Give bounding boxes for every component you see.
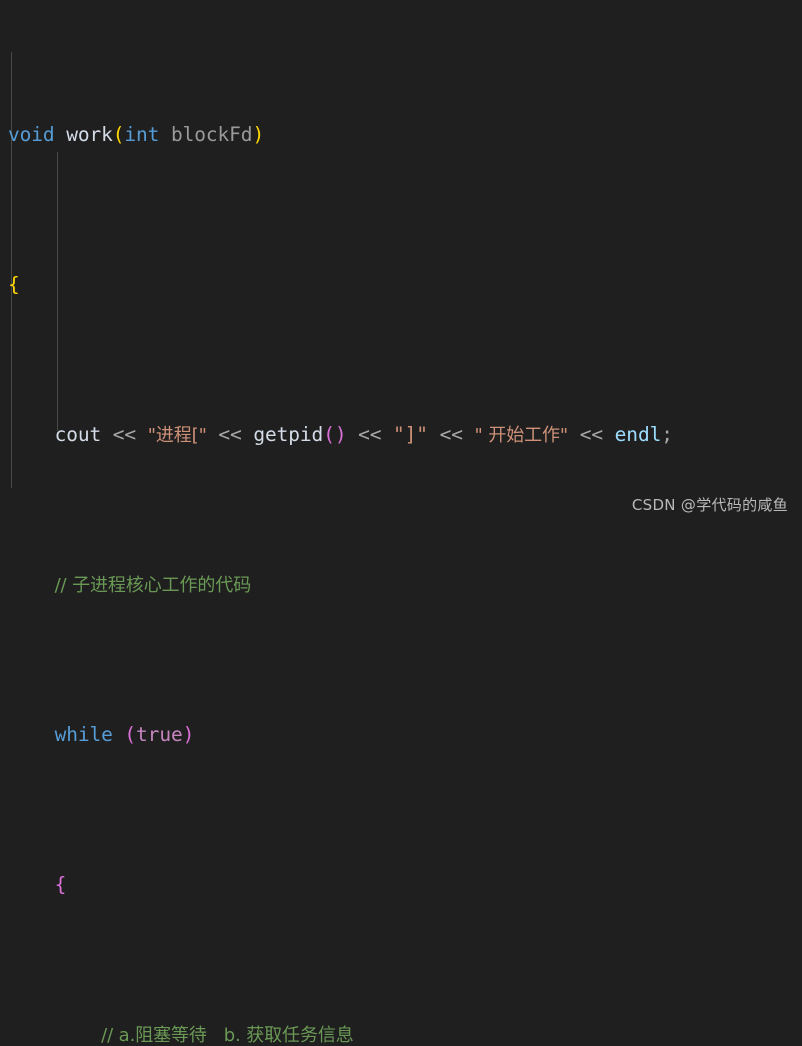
- token-semicolon: ;: [661, 423, 673, 446]
- token-brace-open-inner: {: [54, 873, 67, 896]
- code-line[interactable]: void work(int blockFd): [0, 120, 800, 150]
- code-editor-pane[interactable]: void work(int blockFd) { cout << "进程[" <…: [0, 0, 802, 1046]
- code-line[interactable]: {: [0, 870, 800, 900]
- token-comment-child-process: // 子进程核心工作的代码: [54, 575, 252, 596]
- token-keyword-int: int: [124, 123, 160, 146]
- code-line[interactable]: while (true): [0, 720, 800, 750]
- paren-open-icon: (: [323, 423, 335, 446]
- paren-close-icon: ): [334, 423, 347, 446]
- token-keyword-while: while: [54, 723, 113, 746]
- token-function-work: work: [66, 123, 113, 146]
- token-keyword-void: void: [8, 123, 55, 146]
- token-operator-shift: <<: [579, 423, 604, 446]
- paren-open-icon: (: [124, 723, 137, 746]
- code-line[interactable]: // 子进程核心工作的代码: [0, 570, 800, 600]
- token-variable-endl: endl: [614, 423, 662, 446]
- token-string-proc-open: "进程[": [147, 425, 207, 446]
- token-operator-shift: <<: [218, 423, 242, 446]
- token-comment-a-b: // a.阻塞等待 b. 获取任务信息: [101, 1025, 354, 1046]
- paren-open-icon: (: [112, 123, 125, 146]
- token-brace-open-outer: {: [8, 273, 20, 296]
- code-line[interactable]: {: [0, 270, 800, 300]
- token-operator-shift: <<: [439, 423, 463, 446]
- paren-close-icon: ): [252, 123, 265, 146]
- paren-close-icon: ): [182, 723, 195, 746]
- token-string-bracket-close: "]": [393, 423, 428, 446]
- token-literal-true: true: [136, 723, 183, 746]
- token-identifier-cout: cout: [54, 423, 102, 446]
- token-operator-shift: <<: [358, 423, 382, 446]
- code-line[interactable]: // a.阻塞等待 b. 获取任务信息: [0, 1020, 800, 1046]
- code-block[interactable]: void work(int blockFd) { cout << "进程[" <…: [0, 0, 800, 1046]
- token-string-start-work: " 开始工作": [474, 425, 569, 446]
- token-operator-shift: <<: [112, 423, 137, 446]
- token-parameter-blockfd: blockFd: [170, 123, 253, 146]
- token-function-getpid: getpid: [253, 423, 324, 446]
- csdn-watermark: CSDN @学代码的咸鱼: [631, 496, 788, 514]
- code-line[interactable]: cout << "进程[" << getpid() << "]" << " 开始…: [0, 420, 800, 450]
